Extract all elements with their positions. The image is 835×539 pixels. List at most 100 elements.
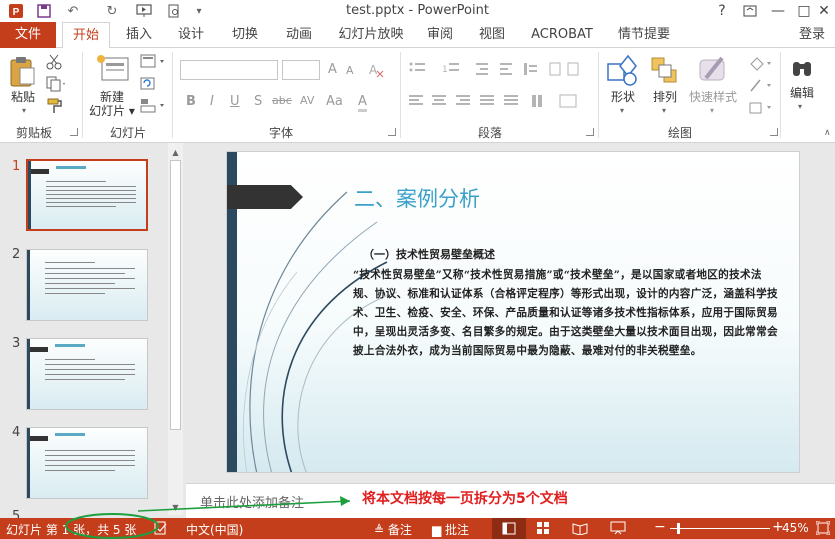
new-slide-icon[interactable]: [96, 54, 130, 87]
tab-design[interactable]: 设计: [170, 22, 212, 48]
font-size-combo[interactable]: [282, 60, 320, 80]
scrollbar-thumb[interactable]: [170, 160, 181, 430]
scroll-down-icon[interactable]: ▼: [168, 500, 183, 515]
slide-title-flag: [227, 185, 303, 209]
shape-fill-icon[interactable]: [748, 56, 772, 75]
strikethrough-button[interactable]: abc: [272, 94, 292, 107]
slide-number: 3: [12, 336, 21, 351]
format-painter-icon[interactable]: [46, 98, 64, 117]
zoom-slider-handle[interactable]: [677, 523, 680, 534]
character-spacing-button[interactable]: AV: [300, 94, 314, 107]
shape-effects-icon[interactable]: [748, 100, 772, 119]
paste-dropdown-icon[interactable]: ▾: [22, 106, 26, 115]
ribbon-tabs: 文件 开始 插入 设计 切换 动画 幻灯片放映 审阅 视图 ACROBAT 情节…: [0, 22, 835, 49]
editing-dropdown-icon[interactable]: ▾: [798, 102, 802, 111]
shapes-dropdown-icon[interactable]: ▾: [620, 106, 624, 115]
sign-in-link[interactable]: 登录: [799, 22, 825, 48]
slide-count-status: 幻灯片 第 1 张，共 5 张: [6, 523, 137, 537]
paste-label[interactable]: 粘贴: [4, 90, 42, 104]
shapes-icon[interactable]: [606, 54, 638, 89]
arrange-label[interactable]: 排列: [646, 90, 684, 104]
slide-body-text[interactable]: “技术性贸易壁垒”又称“技术性贸易措施”或“技术壁垒”，是以国家或者地区的技术法…: [353, 266, 781, 361]
tab-animations[interactable]: 动画: [278, 22, 320, 48]
change-case-button[interactable]: Aa: [326, 94, 343, 109]
quick-styles-icon[interactable]: [698, 54, 730, 89]
slide-thumbnail-panel: 1 2 3 4 5: [0, 143, 186, 524]
minimize-button[interactable]: —: [764, 1, 792, 21]
slide-title[interactable]: 二、案例分析: [354, 183, 480, 213]
separator: [400, 52, 401, 138]
spell-check-icon[interactable]: [154, 521, 168, 538]
shrink-font-icon[interactable]: A: [346, 64, 354, 77]
arrange-dropdown-icon[interactable]: ▾: [662, 106, 666, 115]
ribbon-display-options-button[interactable]: [736, 1, 764, 21]
current-slide[interactable]: 二、案例分析 （一）技术性贸易壁垒概述 “技术性贸易壁垒”又称“技术性贸易措施”…: [226, 151, 800, 473]
tab-transitions[interactable]: 切换: [224, 22, 266, 48]
font-color-button[interactable]: A: [358, 94, 367, 112]
paste-icon[interactable]: [8, 56, 38, 91]
close-button[interactable]: ✕: [810, 1, 835, 21]
zoom-level[interactable]: 45%: [782, 521, 809, 535]
slide-thumbnail-2[interactable]: [26, 249, 148, 321]
zoom-out-button[interactable]: −: [654, 519, 666, 535]
font-name-combo[interactable]: [180, 60, 278, 80]
svg-text:A: A: [369, 63, 378, 77]
quick-styles-dropdown-icon[interactable]: ▾: [710, 106, 714, 115]
title-bar: P ↶ ↻ ▾ test.pptx - PowerPoint ? — □ ✕: [0, 0, 835, 22]
paragraph-top-row-icon[interactable]: 1: [408, 60, 584, 81]
shapes-label[interactable]: 形状: [604, 90, 642, 104]
tab-acrobat[interactable]: ACROBAT: [526, 22, 598, 48]
cut-icon[interactable]: [46, 54, 62, 73]
slide-thumbnail-1[interactable]: [26, 159, 148, 231]
font-launcher[interactable]: [388, 128, 396, 136]
slideshow-view-button[interactable]: [610, 521, 626, 538]
slide-thumbnail-3[interactable]: [26, 338, 148, 410]
comments-toggle-button[interactable]: ▆ 批注: [432, 521, 469, 538]
slide-thumbnail-4[interactable]: [26, 427, 148, 499]
notes-toggle-button[interactable]: ≜ 备注: [374, 521, 412, 538]
clipboard-launcher[interactable]: [70, 128, 78, 136]
paragraph-bottom-row-icon[interactable]: [408, 92, 584, 113]
underline-button[interactable]: U: [230, 94, 240, 109]
new-slide-label-2[interactable]: 幻灯片 ▾: [86, 104, 138, 118]
shape-outline-icon[interactable]: [748, 78, 772, 97]
tab-slideshow[interactable]: 幻灯片放映: [334, 22, 408, 48]
text-shadow-button[interactable]: S: [254, 94, 262, 109]
editing-label[interactable]: 编辑: [784, 86, 820, 100]
reset-slide-icon[interactable]: [140, 76, 156, 95]
fit-slide-icon[interactable]: [815, 520, 831, 538]
slide-sorter-view-button[interactable]: [536, 521, 550, 538]
find-binoculars-icon[interactable]: [790, 56, 814, 83]
language-status[interactable]: 中文(中国): [186, 521, 243, 538]
copy-icon[interactable]: [46, 76, 66, 95]
collapse-ribbon-icon[interactable]: ∧: [824, 128, 831, 138]
tab-insert[interactable]: 插入: [118, 22, 160, 48]
new-slide-label-1[interactable]: 新建: [88, 90, 136, 104]
grow-font-icon[interactable]: A: [328, 62, 337, 77]
slide-number: 4: [12, 425, 21, 440]
section-icon[interactable]: [140, 98, 166, 117]
arrange-icon[interactable]: [650, 56, 680, 89]
notes-placeholder[interactable]: 单击此处添加备注: [200, 492, 304, 511]
reading-view-button[interactable]: [572, 521, 588, 538]
clear-formatting-icon[interactable]: A: [368, 62, 384, 81]
normal-view-button[interactable]: [492, 518, 526, 539]
tab-home[interactable]: 开始: [62, 22, 110, 49]
quick-styles-label[interactable]: 快速样式: [686, 90, 740, 104]
slide-subtitle[interactable]: （一）技术性贸易壁垒概述: [363, 246, 495, 262]
bold-button[interactable]: B: [186, 94, 196, 109]
italic-button[interactable]: I: [210, 94, 214, 109]
tab-storyboarding[interactable]: 情节提要: [612, 22, 676, 48]
drawing-launcher[interactable]: [770, 128, 778, 136]
paragraph-launcher[interactable]: [586, 128, 594, 136]
tab-review[interactable]: 审阅: [420, 22, 460, 48]
tab-file[interactable]: 文件: [0, 22, 56, 48]
help-button[interactable]: ?: [708, 1, 736, 21]
zoom-slider-track[interactable]: [670, 528, 770, 529]
paragraph-group-label: 段落: [477, 126, 502, 140]
scroll-up-icon[interactable]: ▲: [168, 145, 183, 160]
layout-icon[interactable]: [140, 54, 166, 73]
separator: [598, 52, 599, 138]
tab-view[interactable]: 视图: [472, 22, 512, 48]
separator: [172, 52, 173, 138]
